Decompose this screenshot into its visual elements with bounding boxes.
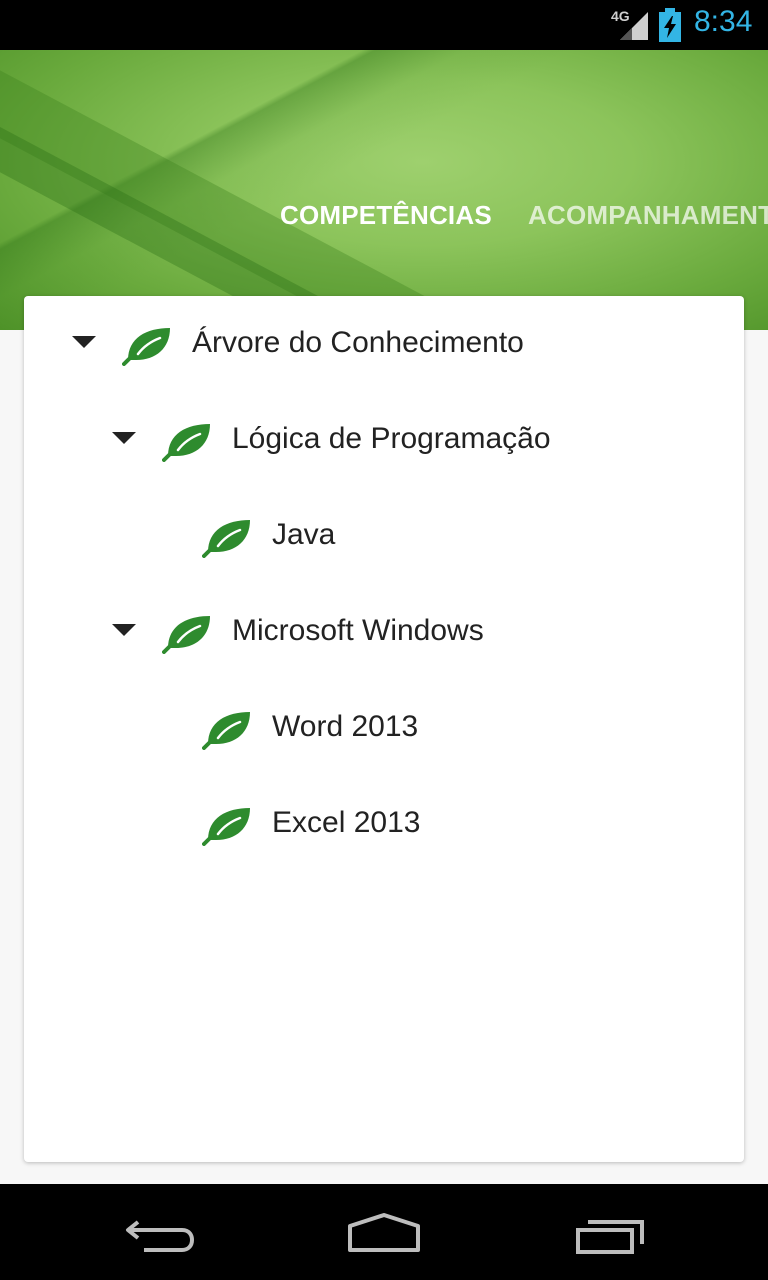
battery-icon [659,8,681,42]
leaf-icon [202,712,250,750]
leaf-icon [162,616,210,654]
tree-item-label: Microsoft Windows [232,614,484,647]
app-header: COMPETÊNCIAS ACOMPANHAMENTO [0,50,768,330]
tree-item-label: Árvore do Conhecimento [192,326,524,359]
signal-icon [620,12,648,40]
leaf-icon [202,520,250,558]
tree-item[interactable]: Word 2013 [24,700,744,760]
tree-item-label: Lógica de Programação [232,422,551,455]
leaf-icon [162,424,210,462]
status-bar: 4G 8:34 [0,0,768,50]
expand-caret-icon[interactable] [112,432,136,444]
home-icon[interactable] [346,1212,422,1254]
recent-apps-icon[interactable] [574,1216,646,1256]
tree-item[interactable]: Microsoft Windows [24,604,744,664]
tab-competencias[interactable]: COMPETÊNCIAS [280,200,492,231]
expand-caret-icon[interactable] [112,624,136,636]
tree-item[interactable]: Lógica de Programação [24,412,744,472]
tree-item-label: Excel 2013 [272,806,421,839]
knowledge-tree-card: Árvore do Conhecimento Lógica de Program… [24,296,744,1162]
leaf-icon [202,808,250,846]
app-screen: 4G 8:34 COMPETÊNCIAS ACOMPANHAMENTO Árvo… [0,0,768,1280]
tab-bar: COMPETÊNCIAS ACOMPANHAMENTO [0,200,768,240]
tab-acompanhamento[interactable]: ACOMPANHAMENTO [528,200,768,231]
back-icon[interactable] [124,1214,196,1254]
expand-caret-icon[interactable] [72,336,96,348]
clock: 8:34 [694,5,753,38]
tree-item[interactable]: Java [24,508,744,568]
tree-item[interactable]: Excel 2013 [24,796,744,856]
leaf-icon [122,328,170,366]
tree-item-label: Java [272,518,336,551]
tree-item[interactable]: Árvore do Conhecimento [24,316,744,376]
system-nav-bar [0,1184,768,1280]
tree-item-label: Word 2013 [272,710,419,743]
